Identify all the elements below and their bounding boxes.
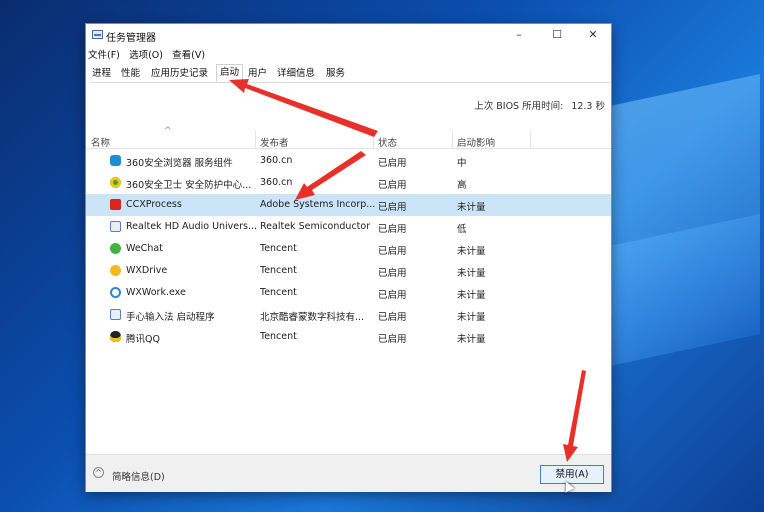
row-name: WXDrive	[126, 265, 168, 276]
row-status: 已启用	[378, 268, 407, 279]
tab-startup[interactable]: 启动	[216, 64, 244, 82]
maximize-button[interactable]: ☐	[538, 26, 576, 44]
row-name: WeChat	[126, 243, 163, 254]
table-row[interactable]: 360安全卫士 安全防护中心... 360.cn 已启用 高	[86, 172, 611, 194]
table-row-selected[interactable]: CCXProcess Adobe Systems Incorp... 已启用 未…	[86, 194, 611, 216]
row-impact: 未计量	[457, 202, 486, 213]
window-title: 任务管理器	[106, 33, 156, 44]
menu-file[interactable]: 文件(F)	[88, 47, 120, 61]
menu-options[interactable]: 选项(O)	[129, 47, 163, 61]
table-row[interactable]: WeChat Tencent 已启用 未计量	[86, 238, 611, 260]
wxwork-icon	[110, 287, 121, 298]
column-name[interactable]: 名称	[91, 135, 110, 149]
tab-app-history[interactable]: 应用历史记录	[151, 66, 208, 81]
tab-processes[interactable]: 进程	[92, 66, 111, 81]
column-status[interactable]: 状态	[378, 135, 397, 149]
menu-view[interactable]: 查看(V)	[172, 47, 205, 61]
task-manager-window: 任务管理器 – ☐ ✕ 文件(F) 选项(O) 查看(V) 进程 性能 应用历史…	[86, 24, 611, 493]
menu-bar: 文件(F) 选项(O) 查看(V)	[88, 47, 211, 61]
row-name: Realtek HD Audio Univers...	[126, 221, 258, 232]
row-publisher: 360.cn	[260, 177, 293, 188]
input-method-icon	[110, 309, 121, 320]
bios-value: 12.3 秒	[571, 101, 605, 112]
table-row[interactable]: 腾讯QQ Tencent 已启用 未计量	[86, 326, 611, 348]
disable-button[interactable]: 禁用(A)	[540, 465, 604, 484]
column-divider[interactable]	[373, 130, 374, 148]
row-publisher: Adobe Systems Incorp...	[260, 199, 376, 210]
tab-bar: 进程 性能 应用历史记录 启动 用户 详细信息 服务	[90, 64, 610, 83]
row-impact: 未计量	[457, 246, 486, 257]
row-status: 已启用	[378, 158, 407, 169]
bios-time: 上次 BIOS 所用时间: 12.3 秒	[474, 98, 605, 112]
ccx-icon	[110, 199, 121, 210]
row-impact: 未计量	[457, 312, 486, 323]
row-name: 360安全浏览器 服务组件	[126, 158, 233, 169]
row-name: WXWork.exe	[126, 287, 186, 298]
brief-info-link[interactable]: 简略信息(D)	[112, 469, 165, 483]
row-publisher: 北京酷睿蒙数字科技有...	[260, 312, 365, 323]
column-divider[interactable]	[255, 130, 256, 148]
table-row[interactable]: WXWork.exe Tencent 已启用 未计量	[86, 282, 611, 304]
realtek-icon	[110, 221, 121, 232]
row-impact: 未计量	[457, 290, 486, 301]
row-publisher: Tencent	[260, 243, 297, 254]
sort-up-icon: ^	[164, 126, 172, 136]
tab-services[interactable]: 服务	[326, 66, 345, 81]
row-impact: 中	[457, 158, 467, 169]
row-status: 已启用	[378, 290, 407, 301]
row-name: 手心输入法 启动程序	[126, 312, 215, 323]
column-impact[interactable]: 启动影响	[457, 135, 495, 149]
row-impact: 未计量	[457, 334, 486, 345]
row-status: 已启用	[378, 312, 407, 323]
minimize-button[interactable]: –	[500, 26, 538, 44]
row-publisher: Tencent	[260, 287, 297, 298]
tab-performance[interactable]: 性能	[121, 66, 140, 81]
wechat-icon	[110, 243, 121, 254]
row-publisher: Tencent	[260, 265, 297, 276]
row-publisher: 360.cn	[260, 155, 293, 166]
row-impact: 高	[457, 180, 467, 191]
chevron-up-icon[interactable]: ^	[93, 467, 104, 478]
row-impact: 低	[457, 224, 467, 235]
row-name: CCXProcess	[126, 199, 182, 210]
row-impact: 未计量	[457, 268, 486, 279]
table-row[interactable]: 360安全浏览器 服务组件 360.cn 已启用 中	[86, 150, 611, 172]
row-status: 已启用	[378, 246, 407, 257]
task-manager-icon	[92, 30, 103, 39]
column-publisher[interactable]: 发布者	[260, 135, 289, 149]
tab-users[interactable]: 用户	[248, 66, 267, 81]
column-divider[interactable]	[452, 130, 453, 148]
row-name: 360安全卫士 安全防护中心...	[126, 180, 252, 191]
row-status: 已启用	[378, 202, 407, 213]
footer-bar: ^ 简略信息(D) 禁用(A)	[86, 454, 611, 493]
row-name: 腾讯QQ	[126, 334, 160, 345]
360-security-icon	[110, 177, 121, 188]
title-bar[interactable]: 任务管理器 – ☐ ✕	[86, 24, 611, 46]
wxdrive-icon	[110, 265, 121, 276]
close-button[interactable]: ✕	[574, 26, 612, 44]
column-divider[interactable]	[530, 130, 531, 148]
column-header-row: ^ 名称 发布者 状态 启动影响	[86, 126, 611, 149]
row-status: 已启用	[378, 180, 407, 191]
row-publisher: Realtek Semiconductor	[260, 221, 371, 232]
tab-details[interactable]: 详细信息	[277, 66, 315, 81]
qq-icon	[110, 331, 121, 342]
row-status: 已启用	[378, 224, 407, 235]
row-publisher: Tencent	[260, 331, 297, 342]
bios-label: 上次 BIOS 所用时间:	[474, 101, 564, 112]
table-row[interactable]: WXDrive Tencent 已启用 未计量	[86, 260, 611, 282]
table-row[interactable]: 手心输入法 启动程序 北京酷睿蒙数字科技有... 已启用 未计量	[86, 304, 611, 326]
row-status: 已启用	[378, 334, 407, 345]
360-browser-icon	[110, 155, 121, 166]
table-row[interactable]: Realtek HD Audio Univers... Realtek Semi…	[86, 216, 611, 238]
